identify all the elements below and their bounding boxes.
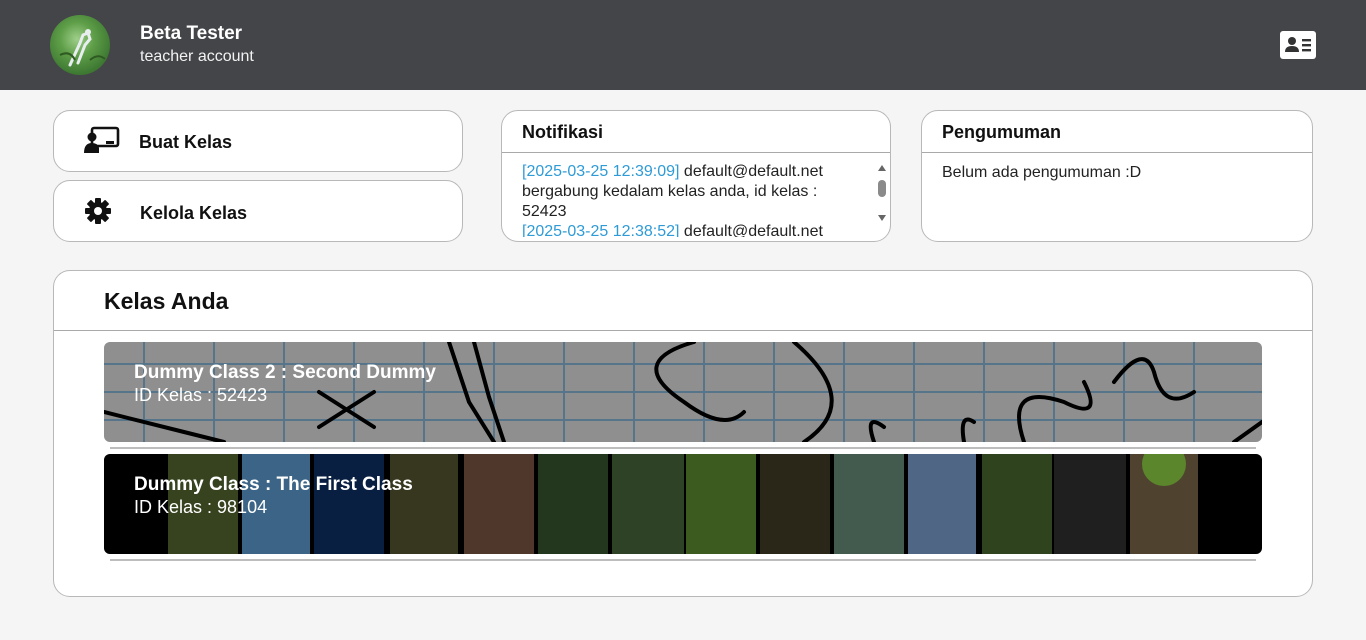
notification-timestamp: [2025-03-25 12:38:52]	[522, 223, 680, 237]
class-name: Dummy Class : The First Class	[134, 474, 413, 495]
notification-item: [2025-03-25 12:38:52] default@default.ne…	[522, 222, 862, 237]
top-bar: Beta Tester teacher account	[0, 0, 1366, 90]
doodle-background-icon	[104, 342, 1262, 442]
id-card-icon	[1281, 32, 1315, 58]
scroll-thumb[interactable]	[878, 180, 886, 197]
announcements-empty-text: Belum ada pengumuman :D	[942, 164, 1142, 181]
notification-item: [2025-03-25 12:39:09] default@default.ne…	[522, 162, 862, 222]
manage-class-button[interactable]: Kelola Kelas	[53, 180, 463, 242]
scroll-down-icon[interactable]	[878, 215, 886, 221]
classes-title: Kelas Anda	[104, 288, 229, 314]
gear-icon	[84, 197, 112, 230]
notifications-list[interactable]: [2025-03-25 12:39:09] default@default.ne…	[522, 162, 862, 237]
announcements-panel: Pengumuman Belum ada pengumuman :D	[921, 110, 1313, 242]
scroll-up-icon[interactable]	[878, 165, 886, 171]
notifications-title: Notifikasi	[522, 122, 604, 142]
create-class-label: Buat Kelas	[139, 132, 233, 152]
class-card-52423[interactable]: Dummy Class 2 : Second Dummy ID Kelas : …	[104, 342, 1262, 442]
avatar[interactable]	[50, 15, 110, 75]
teacher-board-icon	[84, 126, 120, 159]
user-role: teacher account	[140, 48, 254, 65]
create-class-button[interactable]: Buat Kelas	[53, 110, 463, 172]
class-id: ID Kelas : 52423	[134, 385, 268, 405]
class-id: ID Kelas : 98104	[134, 497, 268, 517]
notifications-panel: Notifikasi [2025-03-25 12:39:09] default…	[501, 110, 891, 242]
divider	[110, 559, 1256, 561]
profile-card-button[interactable]	[1280, 31, 1316, 59]
photo-strip-background-icon	[104, 454, 1262, 554]
avatar-photo-icon	[59, 29, 106, 67]
divider	[502, 152, 890, 153]
class-name: Dummy Class 2 : Second Dummy	[134, 362, 436, 383]
class-card-98104[interactable]: Dummy Class : The First Class ID Kelas :…	[104, 454, 1262, 554]
divider	[922, 152, 1312, 153]
notifications-scrollbar[interactable]	[875, 163, 889, 227]
divider	[110, 447, 1256, 449]
manage-class-label: Kelola Kelas	[140, 203, 248, 223]
user-name: Beta Tester	[140, 23, 243, 44]
divider	[54, 330, 1312, 331]
classes-panel: Kelas Anda Dummy Class 2: Second Dummy …	[53, 270, 1313, 597]
announcements-title: Pengumuman	[942, 122, 1062, 142]
notification-timestamp: [2025-03-25 12:39:09]	[522, 163, 680, 180]
